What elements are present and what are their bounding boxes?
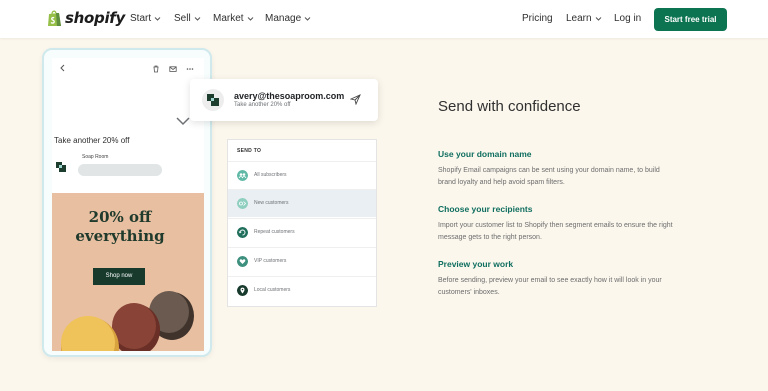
- promo-headline-line2: everything: [75, 227, 165, 245]
- feature-body-recipients: Import your customer list to Shopify the…: [438, 222, 673, 241]
- sender-email: avery@thesoaproom.com: [234, 91, 345, 101]
- sender-subject: Take another 20% off: [234, 102, 291, 108]
- repeat-icon: [237, 227, 248, 238]
- phone-screen: [52, 58, 204, 351]
- nav-login[interactable]: Log in: [614, 13, 641, 24]
- nav-sell[interactable]: Sell: [174, 13, 201, 24]
- chevron-down-icon: [247, 17, 253, 21]
- nav-learn[interactable]: Learn: [566, 13, 602, 24]
- sender-avatar: [202, 89, 224, 111]
- sender-card: avery@thesoaproom.com Take another 20% o…: [190, 79, 378, 121]
- row-label: Local customers: [254, 287, 291, 293]
- send-to-panel: SEND TO All subscribers New customers Re…: [227, 139, 377, 307]
- row-label: All subscribers: [254, 172, 287, 178]
- nav-market[interactable]: Market: [213, 13, 254, 24]
- top-navigation: shopify Start Sell Market Manage Pricing…: [0, 0, 768, 38]
- row-label: New customers: [254, 200, 289, 206]
- nav-market-label: Market: [213, 13, 244, 24]
- shopify-logo[interactable]: shopify: [47, 9, 125, 27]
- send-to-vip-customers[interactable]: VIP customers: [228, 247, 376, 275]
- nav-pricing[interactable]: Pricing: [522, 13, 553, 24]
- more-options-icon[interactable]: [186, 65, 194, 73]
- location-pin-icon: [237, 285, 248, 296]
- soap-room-logo-icon: [56, 162, 66, 172]
- back-arrow-icon[interactable]: [59, 64, 67, 72]
- send-icon[interactable]: [350, 94, 361, 105]
- audience-icon: [237, 170, 248, 181]
- send-to-local-customers[interactable]: Local customers: [228, 276, 376, 304]
- email-subject: Take another 20% off: [54, 136, 130, 145]
- new-customer-icon: [237, 198, 248, 209]
- chevron-down-icon: [595, 17, 601, 21]
- nav-login-label: Log in: [614, 13, 642, 24]
- feature-title-recipients: Choose your recipients: [438, 204, 533, 214]
- nav-manage[interactable]: Manage: [265, 13, 311, 24]
- promo-headline-line1: 20% off: [88, 208, 152, 226]
- email-sender-name: Soap Room: [82, 154, 109, 160]
- email-toolbar: [52, 58, 204, 78]
- nav-start-label: Start: [130, 13, 152, 24]
- nav-learn-label: Learn: [566, 13, 592, 24]
- row-label: Repeat customers: [254, 229, 295, 235]
- chevron-down-icon[interactable]: [176, 116, 190, 126]
- sender-placeholder-bar: [78, 164, 162, 176]
- feature-body-domain: Shopify Email campaigns can be sent usin…: [438, 167, 660, 186]
- feature-title-domain: Use your domain name: [438, 149, 532, 159]
- feature-title-preview: Preview your work: [438, 259, 514, 269]
- shop-now-button[interactable]: Shop now: [93, 268, 145, 285]
- chevron-down-icon: [304, 17, 311, 21]
- row-label: VIP customers: [254, 258, 287, 264]
- nav-manage-label: Manage: [265, 13, 302, 24]
- brand-wordmark: shopify: [65, 9, 125, 27]
- chevron-down-icon: [194, 17, 201, 21]
- phone-mockup: Take another 20% off Soap Room 20% off e…: [42, 48, 212, 357]
- soap-room-logo-icon: [207, 94, 219, 106]
- send-to-title: SEND TO: [237, 148, 262, 154]
- send-to-repeat-customers[interactable]: Repeat customers: [228, 218, 376, 246]
- heart-icon: [237, 256, 248, 267]
- feature-body-preview: Before sending, preview your email to se…: [438, 277, 662, 296]
- shopping-bag-icon: [48, 10, 61, 26]
- start-free-trial-button[interactable]: Start free trial: [654, 8, 727, 31]
- chevron-down-icon: [154, 17, 161, 21]
- trash-icon[interactable]: [152, 65, 160, 73]
- section-heading: Send with confidence: [438, 98, 581, 115]
- nav-pricing-label: Pricing: [522, 13, 553, 24]
- promo-headline: 20% off everything: [44, 208, 196, 246]
- soap-bars-image: [61, 291, 194, 351]
- nav-sell-label: Sell: [174, 13, 191, 24]
- send-to-all-subscribers[interactable]: All subscribers: [228, 161, 376, 189]
- mail-icon[interactable]: [169, 65, 177, 73]
- send-to-new-customers[interactable]: New customers: [228, 189, 376, 217]
- nav-start[interactable]: Start: [130, 13, 161, 24]
